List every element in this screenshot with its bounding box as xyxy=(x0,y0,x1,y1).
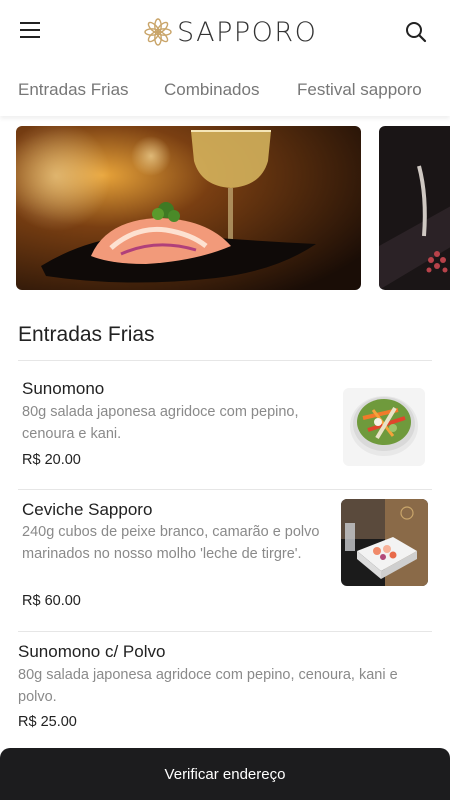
item-price: R$ 25.00 xyxy=(18,714,77,730)
banner-ceviche-image[interactable] xyxy=(16,126,361,290)
lotus-flower-icon xyxy=(144,18,172,46)
item-thumbnail xyxy=(341,499,428,586)
tab-entradas-frias[interactable]: Entradas Frias xyxy=(18,80,129,100)
category-tabs: Entradas Frias Combinados Festival sappo… xyxy=(0,64,450,116)
item-description: 240g cubos de peixe branco, camarão e po… xyxy=(22,524,320,562)
banner-secondary-image[interactable] xyxy=(379,126,450,290)
app-header: SAPPORO xyxy=(0,0,450,64)
item-name: Ceviche Sapporo xyxy=(22,500,153,519)
search-icon[interactable] xyxy=(404,20,428,44)
verify-address-label: Verificar endereço xyxy=(164,765,286,783)
item-divider xyxy=(18,489,432,490)
verify-address-button[interactable]: Verificar endereço xyxy=(0,748,450,800)
item-price: R$ 20.00 xyxy=(22,452,81,468)
brand-name: SAPPORO xyxy=(177,16,318,48)
item-thumbnail xyxy=(343,388,425,466)
item-name: Sunomono xyxy=(22,379,105,398)
tab-festival-sapporo[interactable]: Festival sapporo xyxy=(297,80,422,100)
tab-combinados[interactable]: Combinados xyxy=(164,80,259,100)
section-title: Entradas Frias xyxy=(18,323,155,346)
section-divider xyxy=(18,360,432,361)
hamburger-menu-icon[interactable] xyxy=(20,22,42,40)
item-price: R$ 60.00 xyxy=(22,593,81,609)
item-divider xyxy=(18,631,432,632)
banner-carousel[interactable] xyxy=(0,126,450,290)
item-description: 80g salada japonesa agridoce com pepino,… xyxy=(22,404,299,442)
item-description: 80g salada japonesa agridoce com pepino,… xyxy=(18,667,398,705)
item-name: Sunomono c/ Polvo xyxy=(18,642,166,661)
brand-logo: SAPPORO xyxy=(143,14,317,50)
